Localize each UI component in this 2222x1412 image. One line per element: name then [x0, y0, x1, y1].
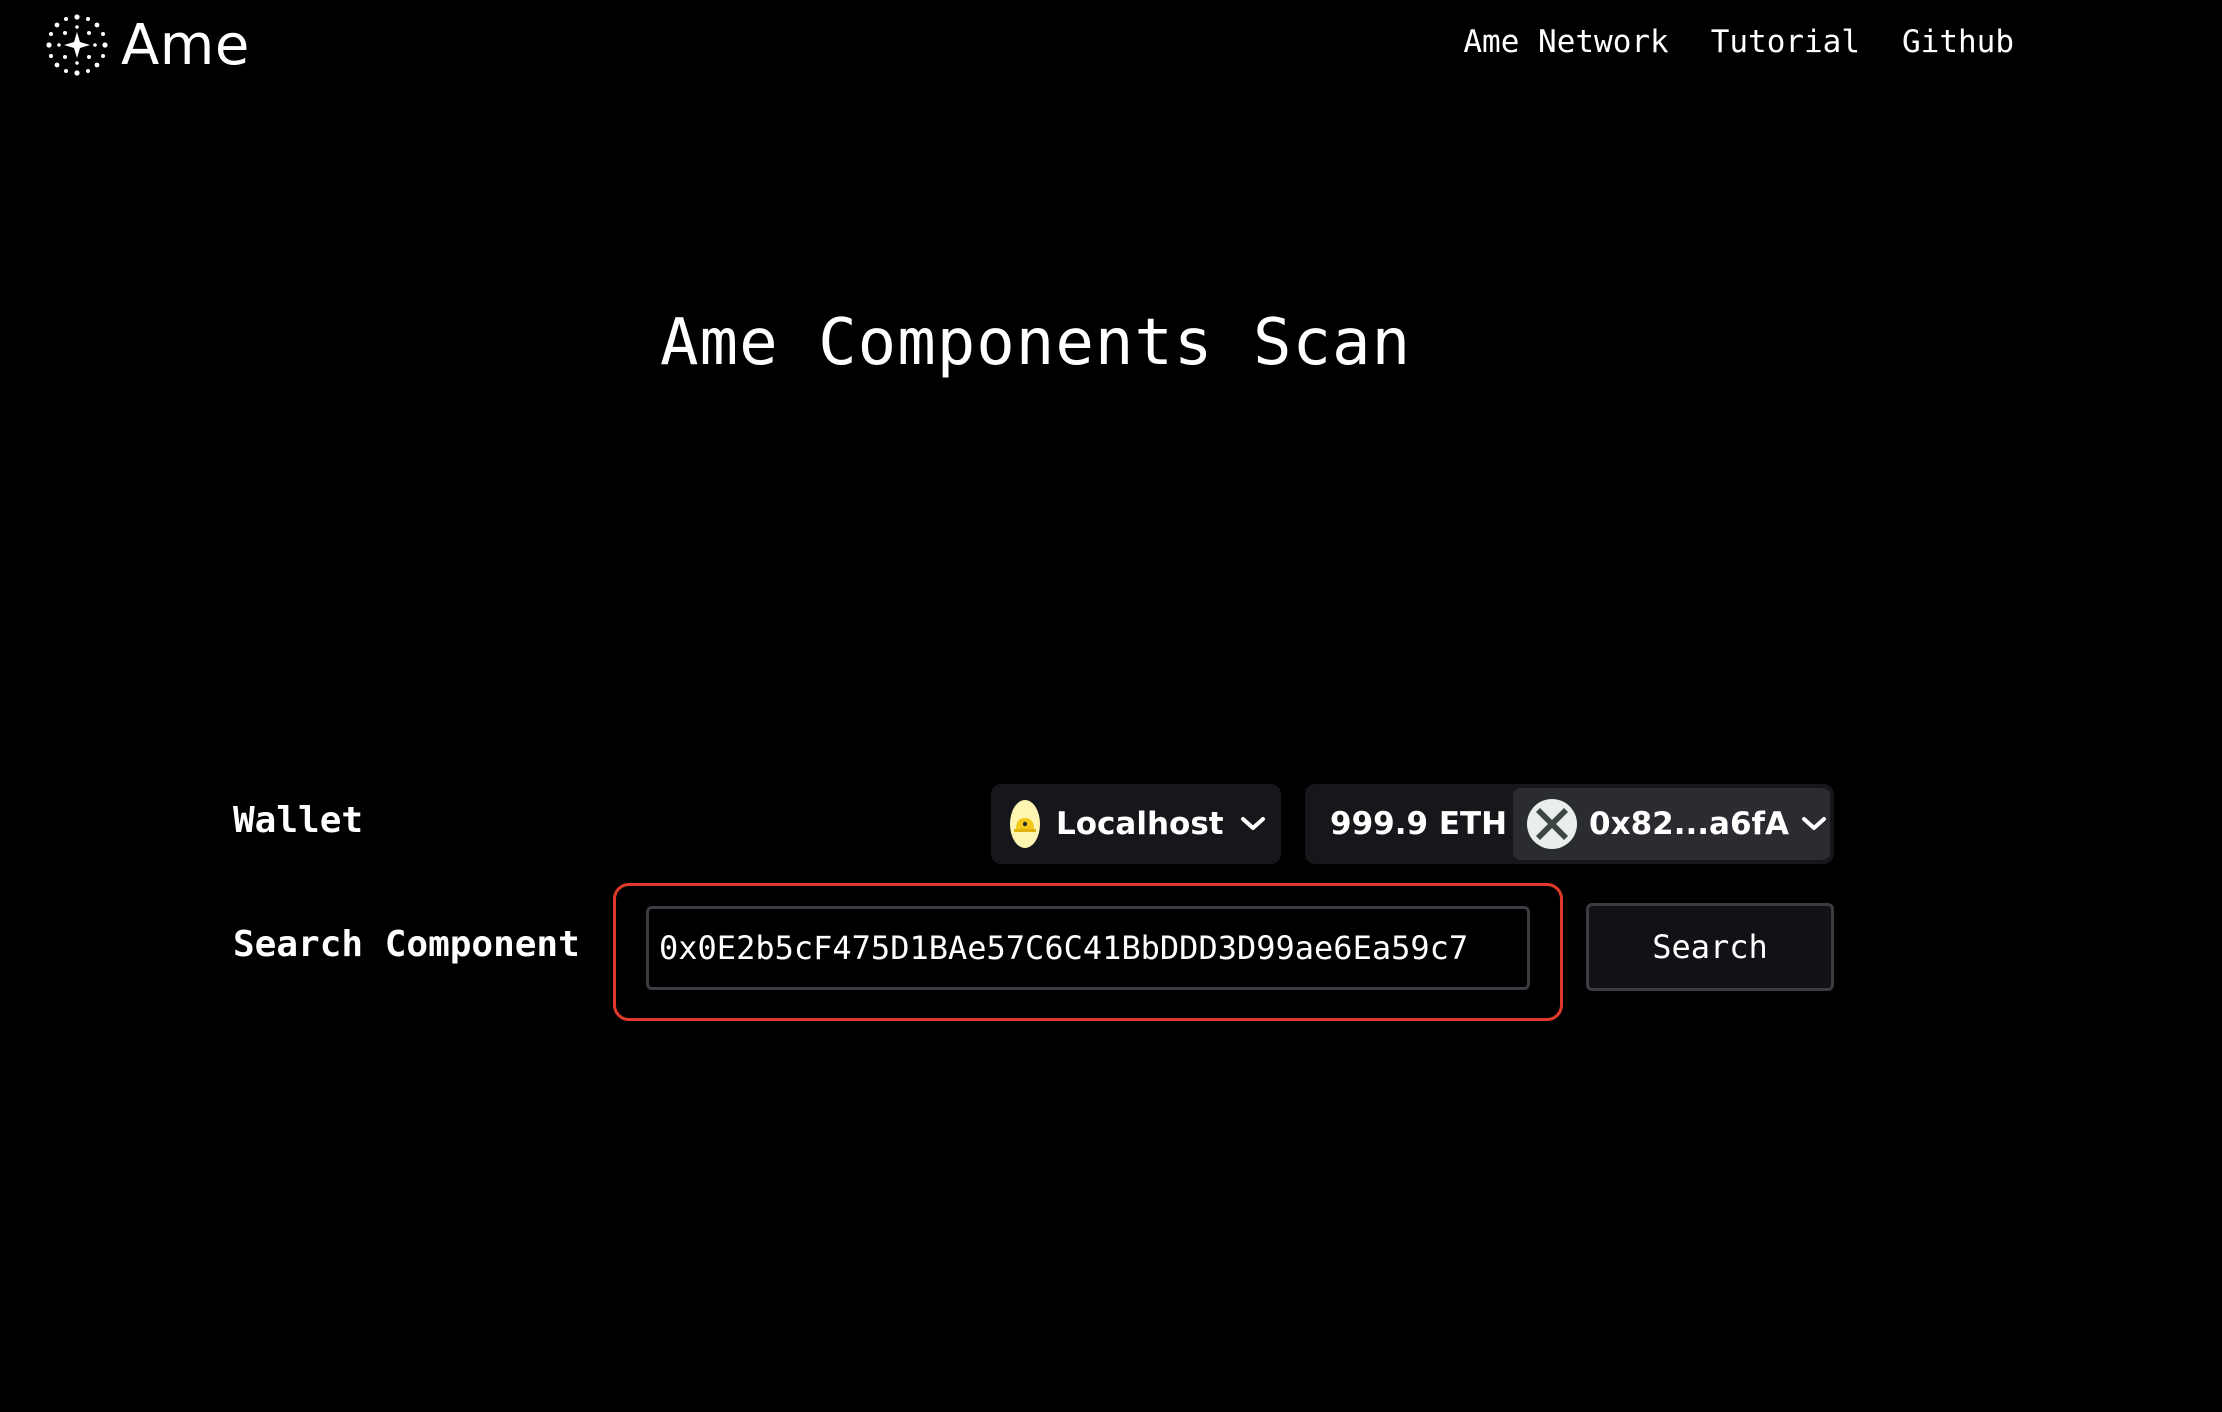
logo-text: Ame: [121, 12, 250, 78]
component-address-input[interactable]: [646, 906, 1530, 990]
account-button[interactable]: 0x82...a6fA: [1513, 788, 1830, 860]
chevron-down-icon: [1240, 816, 1266, 832]
chevron-down-icon: [1801, 816, 1827, 832]
page-title: Ame Components Scan: [660, 306, 1412, 380]
wallet-label: Wallet: [233, 800, 364, 841]
search-button[interactable]: Search: [1586, 903, 1834, 991]
top-nav: Ame Network Tutorial Github: [1463, 24, 2014, 60]
eth-balance: 999.9 ETH: [1330, 806, 1508, 842]
nav-ame-network[interactable]: Ame Network: [1463, 24, 1668, 60]
ame-logo[interactable]: Ame: [45, 12, 250, 78]
network-selector-button[interactable]: Localhost: [991, 784, 1281, 864]
localhost-chain-icon: [1010, 800, 1040, 848]
nav-github[interactable]: Github: [1902, 24, 2014, 60]
nav-tutorial[interactable]: Tutorial: [1711, 24, 1860, 60]
account-widget: 999.9 ETH 0x82...a6fA: [1305, 784, 1834, 864]
account-address: 0x82...a6fA: [1589, 806, 1790, 842]
network-name: Localhost: [1056, 806, 1224, 842]
account-avatar-icon: [1527, 799, 1577, 849]
ame-sparkle-icon: [46, 14, 108, 76]
search-component-label: Search Component: [233, 924, 580, 965]
